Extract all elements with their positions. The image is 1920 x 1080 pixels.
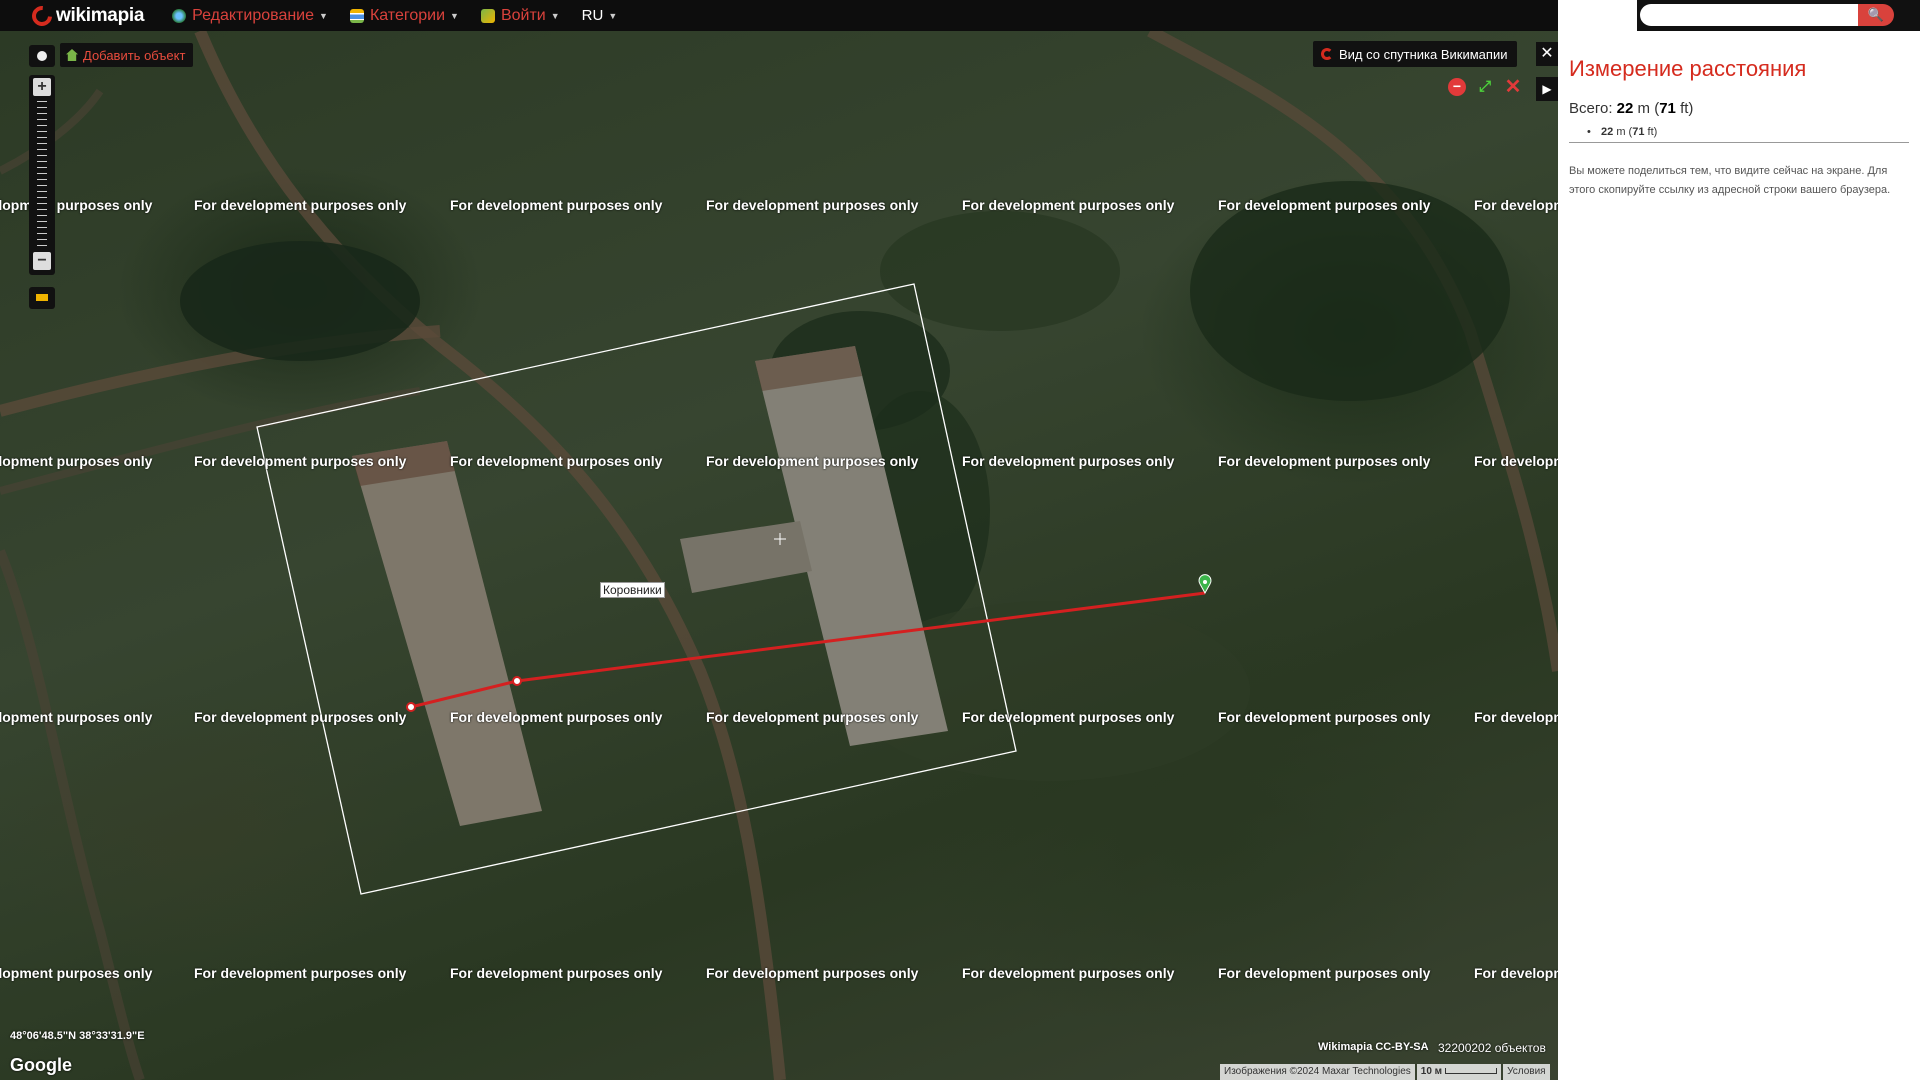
menu-edit-label: Редактирование [192,6,315,24]
add-place-icon [66,49,78,61]
wikimapia-logo-icon [27,1,57,30]
terms-link[interactable]: Условия [1503,1064,1550,1080]
zoom-out-button[interactable]: − [33,252,51,270]
total-label: Всего: [1569,100,1613,117]
language-label: RU [581,7,604,24]
license[interactable]: Wikimapia CC-BY-SA [1318,1041,1429,1053]
chevron-down-icon: ▼ [319,10,328,21]
satellite-view-button[interactable]: Вид со спутника Викимапии [1313,41,1518,67]
object-count: 32200202 объектов [1438,1041,1546,1055]
segment-feet-unit: ft [1647,126,1654,138]
wikimapia-logo[interactable]: wikimapia [27,1,145,30]
share-note: Вы можете поделиться тем, что видите сей… [1569,165,1891,196]
menu-categories[interactable]: Категории ▼ [349,6,459,25]
menu-language[interactable]: RU ▼ [582,7,618,24]
remove-point-button[interactable]: − [1448,78,1466,96]
globe-icon [172,8,187,23]
imagery-credit: Изображения ©2024 Maxar Technologies [1220,1064,1415,1080]
panel-title: Измерение расстояния [1569,56,1807,81]
ruler-icon [36,294,48,301]
scale-indicator: 10 м [1416,1064,1502,1080]
total-feet: 71 [1659,100,1676,117]
object-label[interactable]: Коровники [600,582,665,598]
scale-bar [1445,1068,1498,1075]
zoom-slider[interactable] [37,101,47,251]
logo-text: wikimapia [56,4,145,26]
zoom-in-button[interactable]: + [33,78,51,96]
search-input[interactable] [1640,4,1858,26]
menu-login[interactable]: Войти ▼ [480,6,560,25]
satellite-view-label: Вид со спутника Викимапии [1339,46,1508,62]
add-object-label: Добавить объект [83,47,186,63]
total-feet-unit: ft [1680,100,1689,117]
segment-meters-unit: m [1616,126,1626,138]
close-icon[interactable]: ✕ [1536,42,1558,66]
locate-icon [37,51,47,61]
list-item: 22 m (71 ft) [1587,126,1909,138]
locate-button[interactable] [29,45,55,67]
ruler-button[interactable] [29,287,55,309]
search-icon: 🔍 [1867,7,1885,22]
expand-panel-icon[interactable]: ▶ [1536,77,1558,101]
top-bar: wikimapia Редактирование ▼ Категории ▼ Вой… [0,0,1558,31]
add-object-button[interactable]: Добавить объект [60,43,194,67]
coordinates: 48°06'48.5"N 38°33'31.9"E [10,1030,145,1042]
chevron-down-icon: ▼ [550,10,560,21]
map-canvas[interactable]: For development purposes only For develo… [0,31,1558,1080]
login-icon [480,8,495,23]
search-button[interactable]: 🔍 [1858,4,1894,26]
wikimapia-icon [1321,48,1333,60]
side-panel: 🔍 Измерение расстояния Всего: 22 m (71 f… [1558,0,1920,1080]
close-measure-button[interactable]: ✕ [1504,77,1522,97]
zoom-control: + − [29,75,55,275]
total-meters: 22 [1616,100,1634,117]
segment-list: 22 m (71 ft) [1569,126,1909,143]
google-logo: Google [10,1055,72,1075]
satellite-imagery [0,31,1558,1080]
total-distance: Всего: 22 m (71 ft) [1569,100,1694,117]
segment-feet: 71 [1632,126,1645,138]
categories-icon [349,8,364,23]
scale-label: 10 м [1420,1066,1443,1077]
segment-meters: 22 [1601,126,1614,138]
menu-login-label: Войти [500,6,546,24]
measure-controls: − ⤢ ✕ [1448,77,1522,97]
chevron-down-icon: ▼ [608,10,618,21]
total-meters-unit: m [1637,100,1651,117]
fit-bounds-button[interactable]: ⤢ [1476,78,1494,96]
menu-categories-label: Категории [369,6,446,24]
chevron-down-icon: ▼ [450,10,459,21]
menu-edit[interactable]: Редактирование ▼ [172,7,328,25]
map-attribution: Изображения ©2024 Maxar Technologies 10 … [1220,1064,1552,1080]
